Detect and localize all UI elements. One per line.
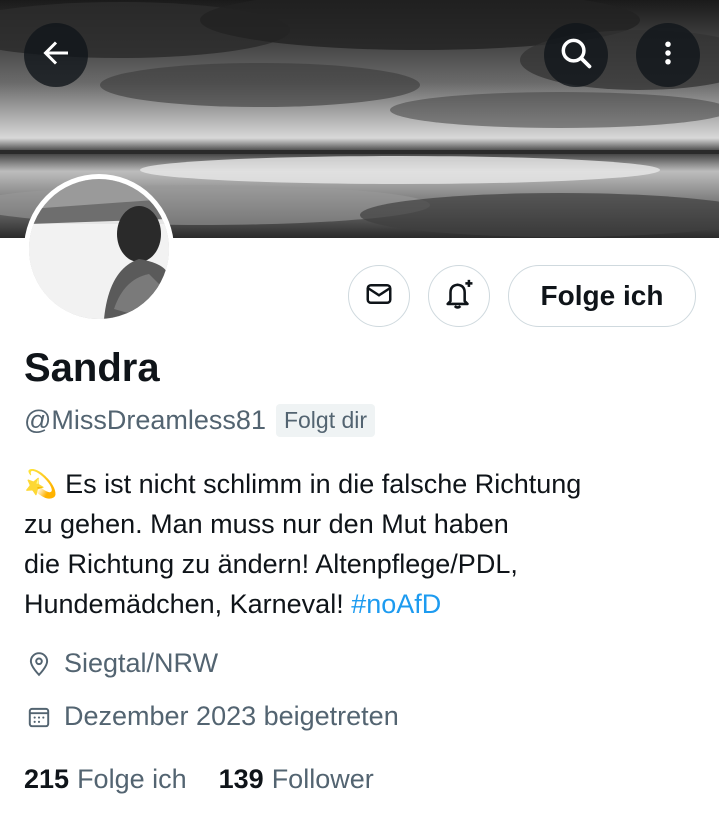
back-button[interactable] [24, 23, 88, 87]
envelope-icon [364, 279, 394, 314]
more-options-button[interactable] [636, 23, 700, 87]
join-date-text: Dezember 2023 beigetreten [64, 701, 399, 731]
handle-row: @MissDreamless81 Folgt dir [24, 404, 376, 437]
message-button[interactable] [348, 265, 410, 327]
more-vertical-icon [653, 38, 683, 73]
arrow-left-icon [38, 35, 74, 76]
avatar-image [29, 179, 169, 319]
bio-last-line: Hundemädchen, Karneval! #noAfD [24, 584, 704, 624]
avatar[interactable] [24, 174, 174, 324]
follows-you-badge: Folgt dir [275, 404, 376, 437]
bio: 💫 Es ist nicht schlimm in die falsche Ri… [24, 464, 704, 624]
followers-stat[interactable]: 139 Follower [219, 764, 374, 795]
bio-line: 💫 Es ist nicht schlimm in die falsche Ri… [24, 469, 582, 499]
location-pin-icon [24, 649, 54, 679]
bio-line: Hundemädchen, Karneval! [24, 589, 352, 619]
search-button[interactable] [544, 23, 608, 87]
bell-plus-icon [442, 277, 476, 316]
following-button[interactable]: Folge ich [508, 265, 696, 327]
display-name: Sandra [24, 346, 160, 390]
location-row: Siegtal/NRW [24, 648, 218, 679]
following-count: 215 [24, 764, 70, 794]
calendar-icon [24, 702, 54, 732]
location-text: Siegtal/NRW [64, 648, 219, 678]
search-icon [557, 34, 595, 77]
following-label: Folge ich [77, 764, 187, 794]
followers-count: 139 [218, 764, 264, 794]
followers-label: Follower [271, 764, 374, 794]
bio-line: die Richtung zu ändern! Altenpflege/PDL, [24, 549, 518, 579]
bio-line: zu gehen. Man muss nur den Mut haben [24, 509, 509, 539]
hashtag-link[interactable]: #noAfD [351, 589, 441, 619]
follow-stats: 215 Folge ich 139 Follower [24, 764, 406, 795]
join-date-row: Dezember 2023 beigetreten [24, 701, 399, 732]
notifications-button[interactable] [428, 265, 490, 327]
username-handle: @MissDreamless81 [24, 405, 266, 435]
following-stat[interactable]: 215 Folge ich [24, 764, 187, 795]
